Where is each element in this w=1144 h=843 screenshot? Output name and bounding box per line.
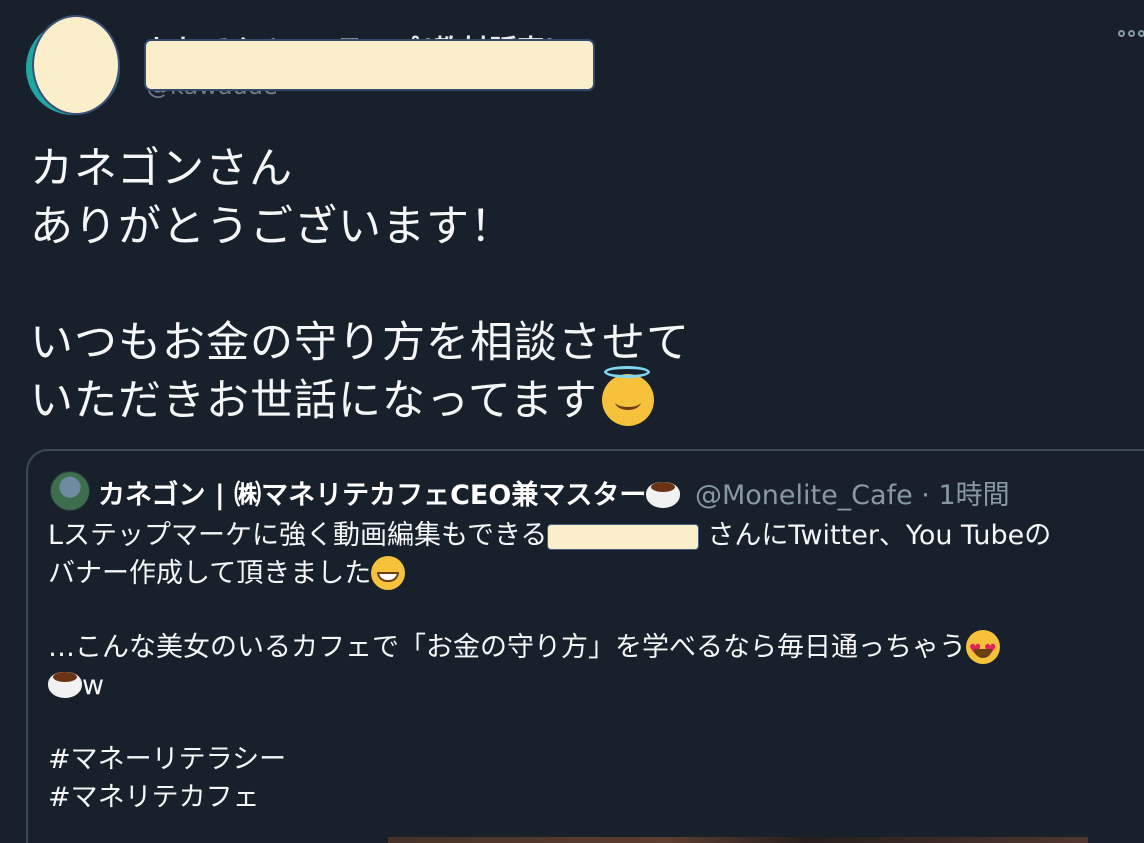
coffee-icon <box>48 668 82 700</box>
tweet-line: カネゴンさん <box>30 144 294 194</box>
more-dot <box>1128 30 1135 37</box>
tweet-line: いつもお金の守り方を相談させて <box>30 318 690 368</box>
coffee-icon <box>646 478 681 510</box>
quoted-line: Lステップマーケに強く動画編集もできる さんにTwitter、You Tubeの <box>48 517 1051 555</box>
hashtag-link[interactable]: #マネリテカフェ <box>48 779 1051 817</box>
redaction-box <box>144 39 595 91</box>
quoted-line: …こんな美女のいるカフェで「お金の守り方」を学べるなら毎日通っちゃう <box>48 629 1051 669</box>
quoted-tweet-card[interactable]: カネゴン | ㈱マネリテカフェCEO兼マスター @Monelite_Cafe ·… <box>26 449 1144 843</box>
attached-photo-preview[interactable] <box>388 837 1088 843</box>
quoted-author-name[interactable]: カネゴン | ㈱マネリテカフェCEO兼マスター <box>98 480 646 511</box>
quoted-tweet-body: Lステップマーケに強く動画編集もできる さんにTwitter、You Tubeの … <box>48 517 1051 817</box>
quoted-text: バナー作成して頂きました <box>48 558 372 589</box>
quoted-text: …こんな美女のいるカフェで「お金の守り方」を学べるなら毎日通っちゃう <box>48 632 966 663</box>
tweet-line: ありがとうございます！ <box>30 202 514 252</box>
tweet-line <box>30 256 690 314</box>
more-dot <box>1118 30 1125 37</box>
grinning-face-icon <box>371 555 406 590</box>
hashtag-link[interactable]: #マネーリテラシー <box>48 741 1051 779</box>
quoted-separator: · <box>921 480 930 511</box>
quoted-author-avatar[interactable] <box>50 471 90 511</box>
quoted-timestamp[interactable]: 1時間 <box>938 480 1009 511</box>
author-avatar[interactable] <box>26 15 124 119</box>
tweet-line-text: いただきお世話になってます <box>30 376 598 426</box>
tweet-text: カネゴンさん ありがとうございます！ いつもお金の守り方を相談させて いただきお… <box>30 140 690 430</box>
quoted-text: w <box>82 670 105 701</box>
heart-eyes-icon <box>966 629 1000 669</box>
quoted-line: バナー作成して頂きました <box>48 555 1051 593</box>
quoted-text: Lステップマーケに強く動画編集もできる <box>48 520 548 551</box>
redacted-mention <box>547 523 700 550</box>
more-options-icon[interactable] <box>1118 30 1144 37</box>
quoted-line: w <box>48 667 1051 705</box>
tweet-view: かわてん | Lステップ(教材販売) @kawaude カネゴンさん ありがとう… <box>0 0 1144 843</box>
quoted-text: さんにTwitter、You Tubeの <box>707 520 1052 551</box>
quoted-author-handle[interactable]: @Monelite_Cafe <box>695 480 913 511</box>
avatar-icon <box>32 15 120 115</box>
quoted-tweet-header: カネゴン | ㈱マネリテカフェCEO兼マスター @Monelite_Cafe ·… <box>98 473 1010 513</box>
smiling-face-with-halo-icon <box>601 365 654 426</box>
tweet-line-last: いただきお世話になってます <box>30 365 690 430</box>
more-dot <box>1138 30 1144 37</box>
